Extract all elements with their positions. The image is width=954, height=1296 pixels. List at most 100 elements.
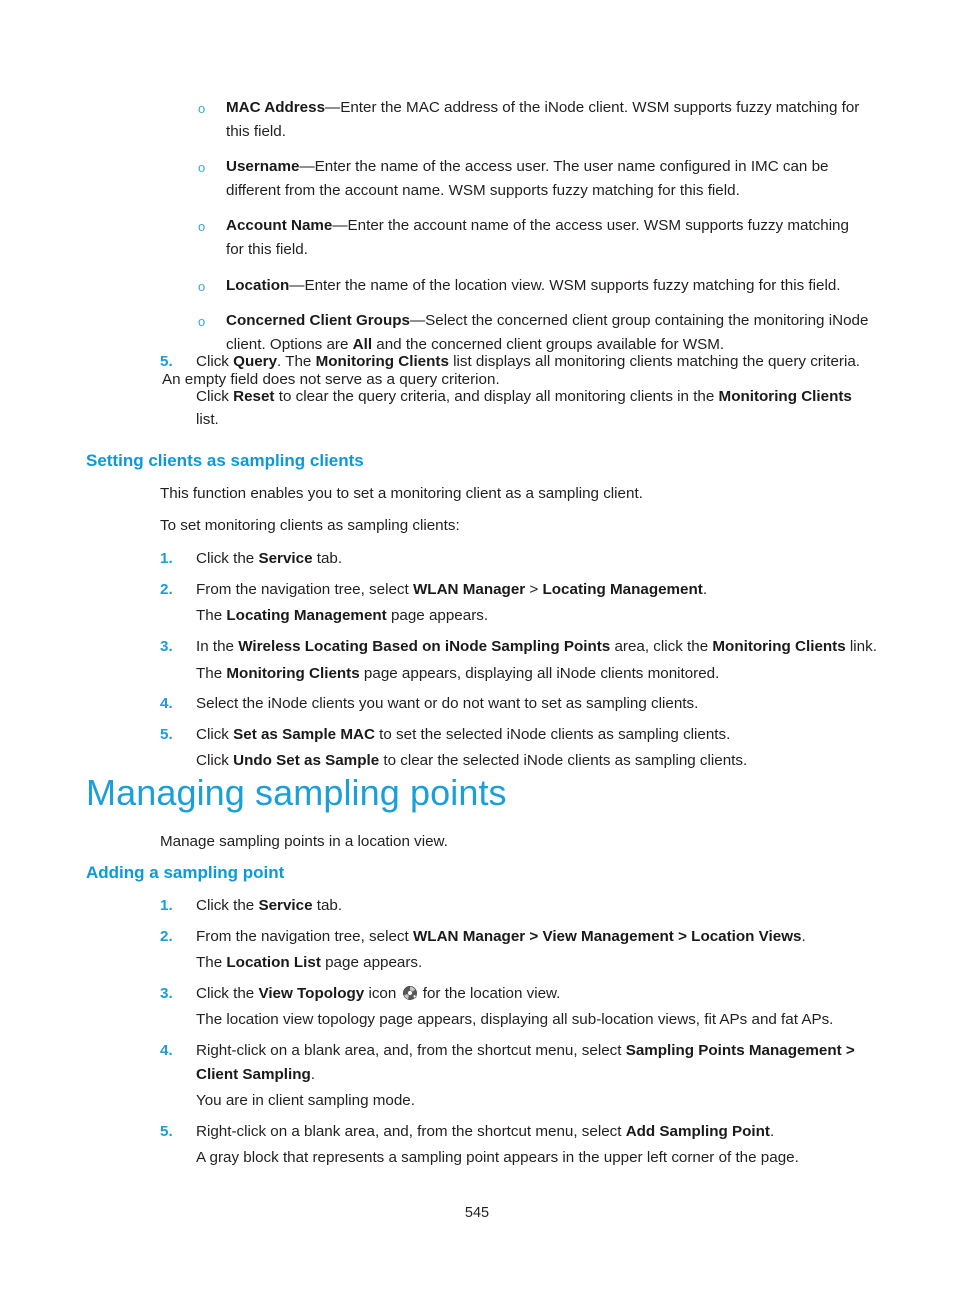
em-dash: —	[332, 217, 348, 235]
page-title: Managing sampling points	[86, 772, 846, 814]
intro-paragraph-1: This function enables you to set a monit…	[160, 485, 643, 502]
step-continuation-text: The Locating Management page appears.	[196, 607, 488, 624]
wlan-manager-ref: WLAN Manager	[412, 580, 526, 598]
text-fragment: >	[525, 580, 543, 598]
list-item-text: Account Name—Enter the account name of t…	[226, 217, 849, 258]
step-continuation-text: A gray block that represents a sampling …	[196, 1149, 799, 1167]
step-item: 2. From the navigation tree, select WLAN…	[160, 578, 880, 602]
step-number: 2.	[160, 580, 173, 598]
step-item: 4. Right-click on a blank area, and, fro…	[160, 1039, 890, 1086]
text-fragment: From the navigation tree, select	[196, 580, 413, 598]
text-fragment: .	[769, 1122, 775, 1140]
step-text: Right-click on a blank area, and, from t…	[196, 1042, 855, 1083]
query-button-ref: Query	[233, 353, 278, 370]
text-fragment: Right-click on a blank area, and, from t…	[196, 1041, 626, 1059]
list-item-text: MAC Address—Enter the MAC address of the…	[226, 99, 859, 140]
text-fragment: list.	[196, 411, 219, 429]
step-item: 5. Click Query. The Monitoring Clients l…	[160, 350, 870, 374]
setting-clients-body: This function enables you to set a monit…	[160, 482, 880, 774]
text-fragment: Right-click on a blank area, and, from t…	[196, 1122, 626, 1140]
service-tab-ref: Service	[258, 897, 313, 914]
list-item: o Username—Enter the name of the access …	[160, 155, 870, 202]
bullet-o-icon: o	[198, 160, 206, 176]
step-text: Click Set as Sample MAC to set the selec…	[196, 726, 730, 743]
step-text: Select the iNode clients you want or do …	[196, 695, 699, 713]
step-number: 5.	[160, 1122, 173, 1140]
definition-text: Enter the name of the location view. WSM…	[304, 276, 841, 294]
query-fields-sublist: o MAC Address—Enter the MAC address of t…	[160, 96, 870, 356]
step-continuation-text: The Location List page appears.	[196, 954, 422, 971]
text-fragment: tab.	[312, 897, 343, 914]
text-fragment: list displays all monitoring clients mat…	[448, 353, 860, 370]
step-number: 2.	[160, 927, 173, 945]
reset-button-ref: Reset	[233, 387, 275, 405]
intro-text: Manage sampling points in a location vie…	[160, 833, 448, 850]
text-fragment: Click the	[196, 897, 259, 914]
em-dash: —	[289, 276, 305, 294]
step-text: Click the Service tab.	[196, 550, 342, 567]
list-item-text: Username—Enter the name of the access us…	[226, 158, 829, 199]
term-label: MAC Address	[226, 99, 326, 116]
section-heading-adding-sampling-point: Adding a sampling point	[86, 862, 846, 884]
bullet-o-icon: o	[198, 101, 206, 116]
monitoring-clients-link-ref: Monitoring Clients	[712, 637, 846, 655]
list-item: o Account Name—Enter the account name of…	[160, 214, 870, 261]
step-number: 5.	[160, 353, 173, 370]
monitoring-clients-ref: Monitoring Clients	[718, 387, 852, 405]
text-fragment: icon	[364, 984, 401, 1002]
step-item: 4. Select the iNode clients you want or …	[160, 692, 880, 716]
step-number: 1.	[160, 897, 173, 914]
step-item: 1. Click the Service tab.	[160, 547, 880, 571]
text-fragment: Click	[196, 353, 234, 370]
step-item: 3. In the Wireless Locating Based on iNo…	[160, 635, 880, 659]
step-continuation: The location view topology page appears,…	[160, 1008, 890, 1032]
adding-sampling-point-body: 1. Click the Service tab. 2. From the na…	[160, 894, 890, 1171]
step-5-query-block: 5. Click Query. The Monitoring Clients l…	[160, 350, 870, 433]
text-fragment: Click	[196, 752, 234, 770]
text-fragment: .	[702, 580, 708, 598]
intro-paragraph-2: To set monitoring clients as sampling cl…	[160, 516, 460, 534]
step-text: Click Query. The Monitoring Clients list…	[196, 353, 860, 370]
step-item: 3. Click the View Topology icon for the …	[160, 982, 890, 1006]
em-dash: —	[325, 99, 341, 116]
step-continuation-text: You are in client sampling mode.	[196, 1092, 415, 1110]
heading-text: Adding a sampling point	[86, 863, 285, 882]
list-item: o MAC Address—Enter the MAC address of t…	[160, 96, 870, 143]
step-continuation: Click Undo Set as Sample to clear the se…	[160, 749, 880, 773]
term-label: Account Name	[226, 217, 333, 235]
step-item: 1. Click the Service tab.	[160, 894, 890, 918]
step-continuation: A gray block that represents a sampling …	[160, 1146, 890, 1170]
text-fragment: to set the selected iNode clients as sam…	[374, 725, 731, 743]
location-list-ref: Location List	[226, 954, 321, 972]
view-topology-icon	[402, 984, 417, 1000]
text-fragment: to clear the query criteria, and display…	[274, 387, 719, 405]
text-fragment: Click	[196, 387, 234, 405]
text-fragment: The	[196, 954, 227, 972]
step-number: 5.	[160, 725, 173, 743]
text-fragment: Click the	[196, 550, 259, 568]
heading-text: Managing sampling points	[86, 772, 507, 813]
step-continuation-text: Click Undo Set as Sample to clear the se…	[196, 752, 747, 769]
page-number: 545	[464, 1205, 490, 1221]
text-fragment: Click the	[196, 984, 259, 1002]
text-fragment: From the navigation tree, select	[196, 927, 413, 945]
set-as-sample-mac-ref: Set as Sample MAC	[233, 725, 375, 743]
add-sampling-point-ref: Add Sampling Point	[625, 1122, 770, 1140]
step-number: 3.	[160, 984, 173, 1002]
text-fragment: for the location view.	[418, 984, 561, 1002]
locating-management-ref: Locating Management	[226, 607, 387, 625]
term-label: Location	[226, 276, 290, 294]
monitoring-clients-ref: Monitoring Clients	[315, 353, 449, 370]
document-page: o MAC Address—Enter the MAC address of t…	[0, 0, 954, 1296]
text-fragment: The	[196, 664, 227, 682]
bullet-o-icon: o	[198, 278, 206, 294]
em-dash: —	[409, 312, 426, 330]
section-heading-setting-clients: Setting clients as sampling clients	[86, 450, 846, 472]
text-fragment: .	[801, 927, 806, 945]
text-fragment: to clear the selected iNode clients as s…	[379, 752, 748, 770]
text-fragment: link.	[845, 637, 877, 655]
step-continuation: The Locating Management page appears.	[160, 604, 880, 628]
definition-text: Enter the name of the access user. The u…	[226, 158, 829, 199]
monitoring-clients-ref: Monitoring Clients	[226, 664, 360, 682]
text-fragment: page appears.	[386, 607, 489, 625]
